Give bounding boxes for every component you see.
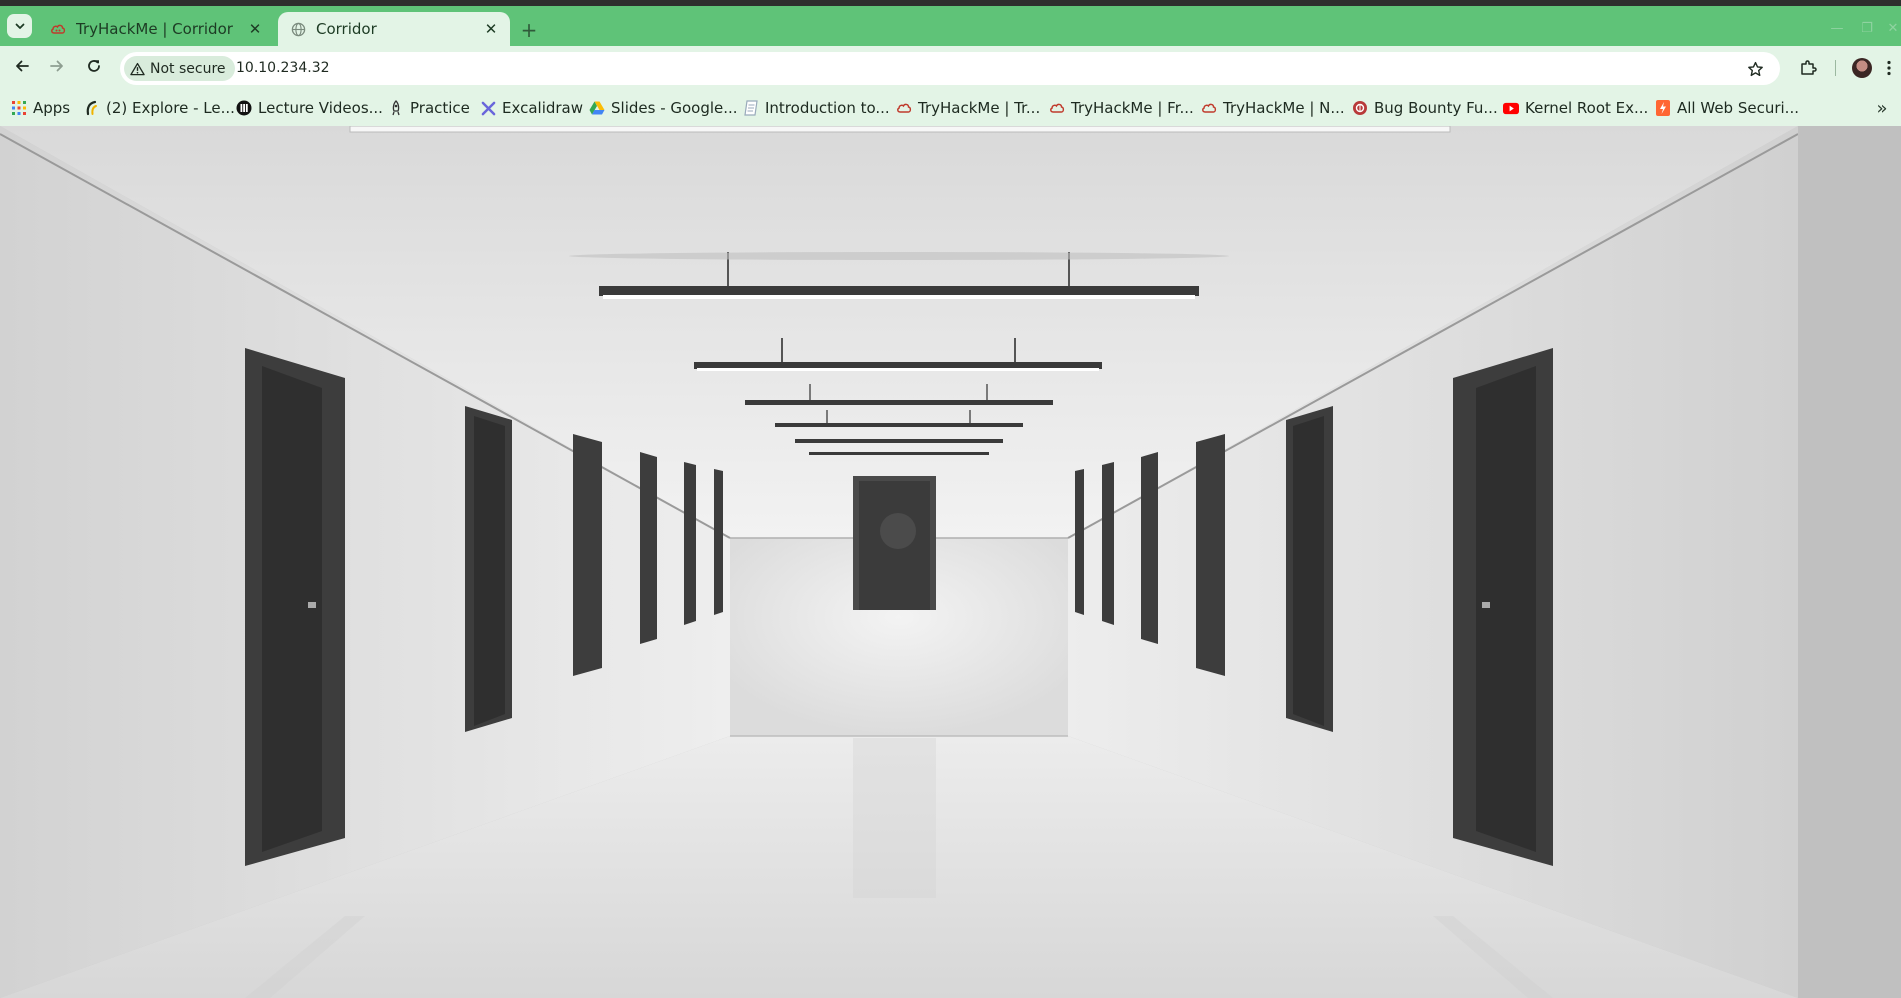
bookmark-tryhackme-fr[interactable]: TryHackMe | Fr... — [1049, 97, 1194, 119]
forward-button[interactable] — [45, 56, 69, 80]
explore-icon — [84, 100, 100, 116]
arrow-left-icon — [14, 58, 30, 78]
end-door — [853, 476, 936, 610]
toolbar-separator — [1835, 60, 1836, 76]
bookmark-label: Bug Bounty Fu... — [1374, 99, 1498, 117]
profile-avatar[interactable] — [1852, 58, 1872, 78]
youtube-icon — [1503, 100, 1519, 116]
bookmark-apps[interactable]: Apps — [11, 97, 70, 119]
security-label: Not secure — [150, 60, 226, 77]
bookmark-star-icon[interactable] — [1744, 58, 1766, 80]
bookmark-bug-bounty[interactable]: Bug Bounty Fu... — [1352, 97, 1498, 119]
address-bar[interactable]: Not secure 10.10.234.32 — [120, 52, 1780, 85]
bookmark-label: Apps — [33, 99, 71, 117]
tryhackme-cloud-icon — [50, 21, 66, 37]
bookmark-explore[interactable]: (2) Explore - Le... — [84, 97, 235, 119]
bookmark-label: Introduction to... — [765, 99, 890, 117]
bookmark-label: (2) Explore - Le... — [106, 99, 235, 117]
tryhackme-cloud-icon — [1049, 100, 1065, 116]
site-info-chip[interactable]: Not secure — [124, 56, 235, 81]
minimize-icon[interactable]: — — [1828, 20, 1846, 36]
tab-title: Corridor — [316, 20, 377, 38]
google-drive-icon — [589, 100, 605, 116]
bookmark-excalidraw[interactable]: Excalidraw — [480, 97, 583, 119]
excalidraw-icon — [480, 100, 496, 116]
navigation-toolbar: Not secure 10.10.234.32 — [0, 46, 1901, 90]
globe-icon — [290, 21, 306, 37]
bookmark-kernel-root[interactable]: Kernel Root Ex... — [1503, 97, 1648, 119]
bookmark-label: TryHackMe | Tr... — [918, 99, 1041, 117]
page-viewport — [0, 126, 1901, 998]
burp-icon — [1655, 100, 1671, 116]
reload-button[interactable] — [82, 56, 106, 80]
bookmark-label: Practice — [410, 99, 470, 117]
close-window-icon[interactable]: ✕ — [1884, 20, 1901, 36]
new-tab-button[interactable]: + — [518, 18, 540, 42]
tab-close-icon[interactable]: ✕ — [244, 18, 266, 40]
tab-tryhackme-corridor[interactable]: TryHackMe | Corridor ✕ — [38, 12, 274, 46]
bookmark-tryhackme-tr[interactable]: TryHackMe | Tr... — [896, 97, 1040, 119]
arrow-right-icon — [49, 58, 65, 78]
bookmark-practice[interactable]: Practice — [388, 97, 470, 119]
bookmarks-overflow-button[interactable]: » — [1872, 98, 1892, 119]
bookmark-label: Slides - Google... — [611, 99, 738, 117]
tryhackme-cloud-icon — [1201, 100, 1217, 116]
bookmark-label: Excalidraw — [502, 99, 584, 117]
browser-window: TryHackMe | Corridor ✕ Corridor ✕ + — ❐ … — [0, 0, 1901, 998]
bug-bounty-icon — [1352, 100, 1368, 116]
bookmark-lecture-videos[interactable]: Lecture Videos... — [236, 97, 383, 119]
bookmark-all-web-security[interactable]: All Web Securi... — [1655, 97, 1799, 119]
chevron-down-icon — [14, 17, 26, 36]
maximize-icon[interactable]: ❐ — [1858, 20, 1876, 36]
tab-corridor[interactable]: Corridor ✕ — [278, 12, 510, 46]
bookmark-label: All Web Securi... — [1677, 99, 1799, 117]
page-right-margin — [1798, 126, 1901, 998]
warning-triangle-icon — [130, 62, 145, 76]
tab-close-icon[interactable]: ✕ — [480, 18, 502, 40]
more-menu-icon[interactable] — [1882, 56, 1896, 80]
tab-search-button[interactable] — [7, 14, 32, 38]
corridor-image — [0, 126, 1798, 998]
tryhackme-cloud-icon — [896, 100, 912, 116]
back-button[interactable] — [10, 56, 34, 80]
apps-grid-icon — [11, 100, 27, 116]
bookmark-label: Kernel Root Ex... — [1525, 99, 1649, 117]
bookmark-introduction[interactable]: Introduction to... — [743, 97, 890, 119]
bookmark-slides-google[interactable]: Slides - Google... — [589, 97, 738, 119]
document-icon — [743, 100, 759, 116]
extensions-puzzle-icon[interactable] — [1796, 56, 1820, 80]
bookmarks-bar: Apps (2) Explore - Le... Lecture Videos.… — [0, 90, 1901, 126]
tab-title: TryHackMe | Corridor — [76, 20, 233, 38]
url-text[interactable]: 10.10.234.32 — [236, 60, 330, 76]
bookmark-label: Lecture Videos... — [258, 99, 383, 117]
lecture-icon — [236, 100, 252, 116]
tab-bar: TryHackMe | Corridor ✕ Corridor ✕ + — ❐ … — [0, 6, 1901, 46]
bookmark-label: TryHackMe | Fr... — [1071, 99, 1194, 117]
reload-icon — [86, 58, 102, 78]
bookmark-tryhackme-n[interactable]: TryHackMe | N... — [1201, 97, 1345, 119]
rocket-icon — [388, 100, 404, 116]
bookmark-label: TryHackMe | N... — [1223, 99, 1345, 117]
